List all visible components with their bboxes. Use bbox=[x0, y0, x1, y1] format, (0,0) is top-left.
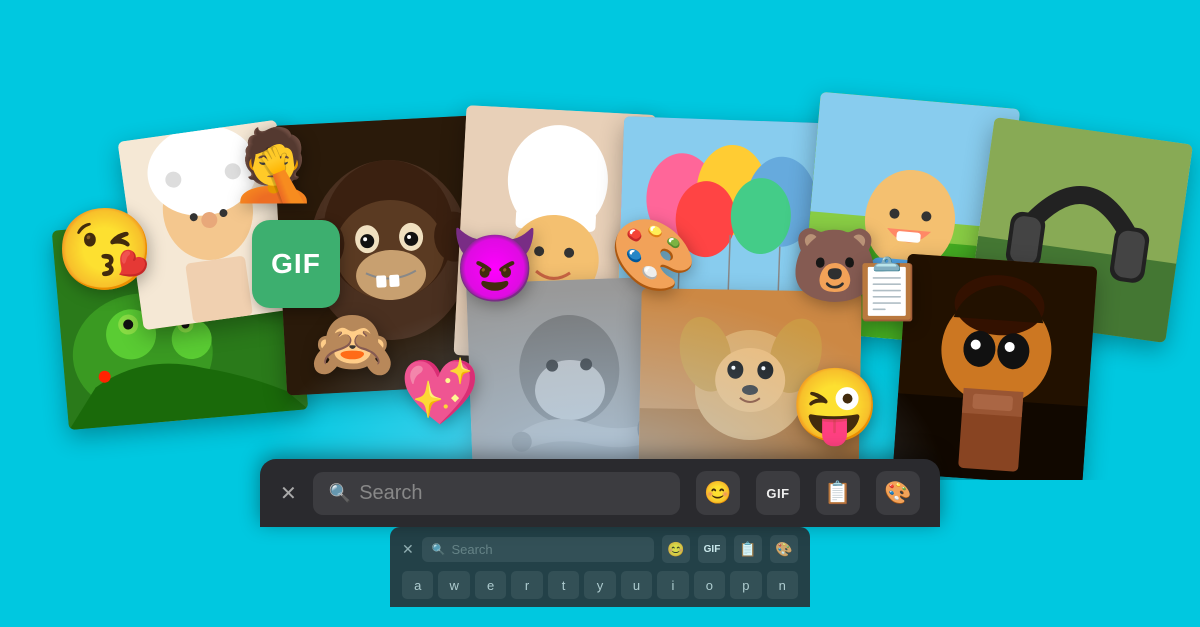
emoji-facepalm: 🤦 bbox=[230, 130, 317, 200]
emoji-clipboard: 📋 bbox=[850, 260, 925, 320]
search-field-main[interactable]: 🔍 Search bbox=[313, 472, 680, 515]
emoji-kiss: 😘 bbox=[55, 210, 155, 290]
gif-badge-label: GIF bbox=[271, 248, 321, 280]
key-w[interactable]: w bbox=[438, 571, 469, 599]
key-r[interactable]: r bbox=[511, 571, 542, 599]
palette-tab[interactable]: 🎨 bbox=[876, 471, 920, 515]
search-placeholder-small: Search bbox=[451, 542, 492, 557]
key-n[interactable]: n bbox=[767, 571, 798, 599]
emoji-devil: 😈 bbox=[450, 230, 540, 302]
clipboard-tab[interactable]: 📋 bbox=[816, 471, 860, 515]
emoji-monkey-see: 🙈 bbox=[310, 310, 395, 378]
keyboard-top-row-small: ✕ 🔍 Search 😊 GIF 📋 🎨 bbox=[402, 535, 798, 563]
emoji-wink-tongue: 😜 bbox=[790, 370, 880, 442]
emoji-tab[interactable]: 😊 bbox=[696, 471, 740, 515]
search-icon: 🔍 bbox=[329, 483, 351, 504]
emoji-palette: 🎨 bbox=[610, 220, 697, 290]
clipboard-tab-small[interactable]: 📋 bbox=[734, 535, 762, 563]
key-u[interactable]: u bbox=[621, 571, 652, 599]
key-y[interactable]: y bbox=[584, 571, 615, 599]
key-i[interactable]: i bbox=[657, 571, 688, 599]
emoji-heart-spark: 💖 bbox=[400, 360, 480, 424]
key-o[interactable]: o bbox=[694, 571, 725, 599]
search-placeholder: Search bbox=[359, 482, 422, 505]
gif-badge: GIF bbox=[252, 220, 340, 308]
emoji-tab-small[interactable]: 😊 bbox=[662, 535, 690, 563]
close-button[interactable]: ✕ bbox=[280, 481, 297, 506]
keyboard-row-1: a w e r t y u i o p n bbox=[402, 571, 798, 599]
key-e[interactable]: e bbox=[475, 571, 506, 599]
keyboard-container: ✕ 🔍 Search 😊 GIF 📋 🎨 a w e r t y u i o p… bbox=[0, 427, 1200, 627]
keyboard-main: ✕ 🔍 Search 😊 GIF 📋 🎨 bbox=[260, 459, 940, 527]
key-a[interactable]: a bbox=[402, 571, 433, 599]
search-icon-small: 🔍 bbox=[432, 543, 446, 556]
close-btn-small[interactable]: ✕ bbox=[402, 541, 414, 558]
keyboard-small: ✕ 🔍 Search 😊 GIF 📋 🎨 a w e r t y u i o p… bbox=[390, 527, 810, 607]
gif-tab-small[interactable]: GIF bbox=[698, 535, 726, 563]
key-t[interactable]: t bbox=[548, 571, 579, 599]
gif-tab[interactable]: GIF bbox=[756, 471, 800, 515]
key-p[interactable]: p bbox=[730, 571, 761, 599]
search-field-small[interactable]: 🔍 Search bbox=[422, 537, 654, 562]
palette-tab-small[interactable]: 🎨 bbox=[770, 535, 798, 563]
